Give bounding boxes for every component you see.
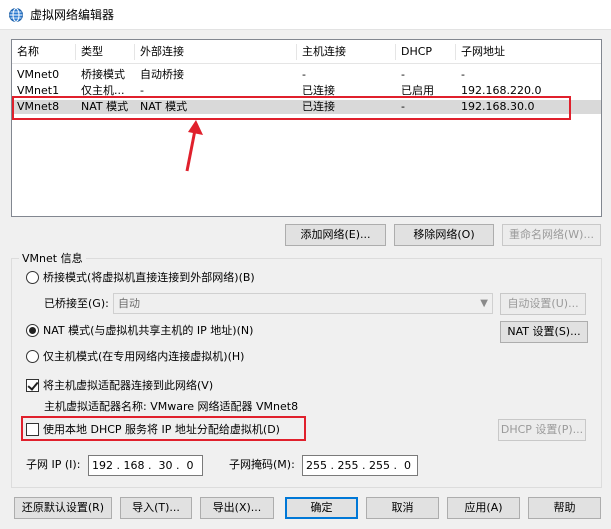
remove-network-button[interactable]: 移除网络(O)	[394, 224, 494, 246]
cell-external: NAT 模式	[140, 100, 188, 113]
apply-button[interactable]: 应用(A)	[447, 497, 520, 519]
bridged-mode-label[interactable]: 桥接模式(将虚拟机直接连接到外部网络)(B)	[43, 271, 255, 285]
cell-host: 已连接	[302, 84, 335, 97]
bridged-to-label: 已桥接至(G):	[44, 297, 109, 310]
export-button[interactable]: 导出(X)...	[200, 497, 274, 519]
connect-adapter-checkbox[interactable]	[26, 379, 39, 392]
header-subnet[interactable]: 子网地址	[456, 40, 601, 64]
header-host[interactable]: 主机连接	[297, 40, 396, 64]
cell-host: 已连接	[302, 100, 335, 113]
vmnet-info-label: VMnet 信息	[19, 250, 86, 266]
cell-external: -	[140, 84, 144, 97]
add-network-button[interactable]: 添加网络(E)...	[285, 224, 386, 246]
cell-dhcp: 已启用	[401, 84, 434, 97]
cell-type: 仅主机...	[81, 84, 125, 97]
table-row-selected[interactable]: VMnet8 NAT 模式 NAT 模式 已连接 - 192.168.30.0	[12, 100, 601, 114]
cell-subnet: 192.168.30.0	[461, 100, 535, 113]
globe-icon	[9, 7, 23, 22]
ok-button[interactable]: 确定	[285, 497, 358, 519]
import-button[interactable]: 导入(T)...	[120, 497, 192, 519]
header-dhcp[interactable]: DHCP	[396, 40, 456, 64]
restore-defaults-button[interactable]: 还原默认设置(R)	[14, 497, 112, 519]
header-external[interactable]: 外部连接	[135, 40, 297, 64]
header-name[interactable]: 名称	[12, 40, 76, 64]
title-bar: 虚拟网络编辑器	[0, 0, 611, 30]
bridged-mode-radio[interactable]	[26, 271, 39, 284]
cancel-button[interactable]: 取消	[366, 497, 439, 519]
cell-name: VMnet0	[17, 68, 60, 81]
cell-name: VMnet8	[17, 100, 60, 113]
annotation-arrow-icon	[185, 120, 203, 172]
cell-host: -	[302, 68, 306, 81]
window-title: 虚拟网络编辑器	[30, 8, 115, 22]
dhcp-settings-button[interactable]: DHCP 设置(P)...	[498, 419, 586, 441]
cell-type: 桥接模式	[81, 68, 125, 81]
auto-settings-button[interactable]: 自动设置(U)...	[500, 293, 586, 315]
cell-subnet: -	[461, 68, 465, 81]
cell-dhcp: -	[401, 68, 405, 81]
table-row[interactable]: VMnet1 仅主机... - 已连接 已启用 192.168.220.0	[12, 84, 601, 98]
cell-dhcp: -	[401, 100, 405, 113]
bridged-to-select[interactable]: 自动 ▼	[113, 293, 493, 314]
rename-network-button[interactable]: 重命名网络(W)...	[502, 224, 601, 246]
dhcp-checkbox[interactable]	[26, 423, 39, 436]
list-header: 名称 类型 外部连接 主机连接 DHCP 子网地址	[12, 40, 601, 64]
subnet-mask-label: 子网掩码(M):	[229, 458, 295, 471]
cell-subnet: 192.168.220.0	[461, 84, 542, 97]
subnet-ip-label: 子网 IP (I):	[26, 458, 81, 471]
table-row[interactable]: VMnet0 桥接模式 自动桥接 - - -	[12, 68, 601, 82]
subnet-ip-input[interactable]: 192 . 168 . 30 . 0	[88, 455, 203, 476]
cell-type: NAT 模式	[81, 100, 129, 113]
connect-adapter-label[interactable]: 将主机虚拟适配器连接到此网络(V)	[43, 379, 213, 393]
bridged-to-value: 自动	[118, 297, 140, 310]
cell-external: 自动桥接	[140, 68, 184, 81]
network-list[interactable]: 名称 类型 外部连接 主机连接 DHCP 子网地址 VMnet0 桥接模式 自动…	[11, 39, 602, 217]
chevron-down-icon: ▼	[480, 298, 488, 309]
subnet-mask-input[interactable]: 255 . 255 . 255 . 0	[302, 455, 418, 476]
dhcp-label[interactable]: 使用本地 DHCP 服务将 IP 地址分配给虚拟机(D)	[43, 423, 280, 437]
host-only-radio[interactable]	[26, 350, 39, 363]
nat-mode-radio[interactable]	[26, 324, 39, 337]
help-button[interactable]: 帮助	[528, 497, 601, 519]
cell-name: VMnet1	[17, 84, 60, 97]
nat-settings-button[interactable]: NAT 设置(S)...	[500, 321, 588, 343]
header-type[interactable]: 类型	[76, 40, 135, 64]
nat-mode-label[interactable]: NAT 模式(与虚拟机共享主机的 IP 地址)(N)	[43, 324, 253, 338]
adapter-name-label: 主机虚拟适配器名称: VMware 网络适配器 VMnet8	[44, 400, 299, 413]
host-only-label[interactable]: 仅主机模式(在专用网络内连接虚拟机)(H)	[43, 350, 244, 364]
